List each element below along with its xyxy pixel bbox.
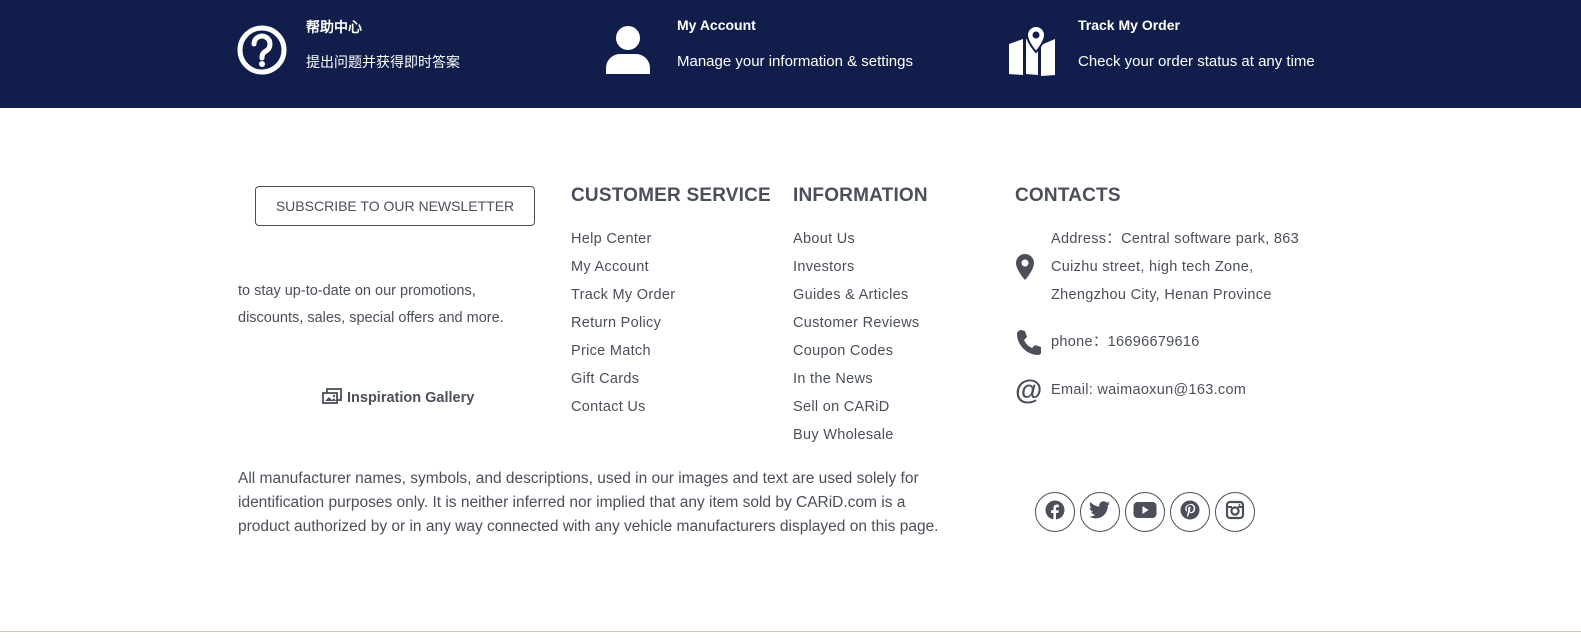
- subscribe-newsletter-button[interactable]: SUBSCRIBE TO OUR NEWSLETTER: [255, 186, 535, 226]
- link-about-us[interactable]: About Us: [793, 228, 919, 256]
- youtube-button[interactable]: [1125, 492, 1165, 532]
- link-investors[interactable]: Investors: [793, 256, 919, 284]
- link-track-my-order[interactable]: Track My Order: [571, 284, 675, 312]
- track-order-item[interactable]: Track My Order Check your order status a…: [1007, 0, 1337, 108]
- link-customer-reviews[interactable]: Customer Reviews: [793, 312, 919, 340]
- gallery-icon: [322, 388, 342, 408]
- inspiration-gallery-label: Inspiration Gallery: [347, 390, 475, 406]
- information-heading: INFORMATION: [793, 185, 928, 206]
- instagram-button[interactable]: [1215, 492, 1255, 532]
- youtube-icon: [1133, 501, 1157, 524]
- contacts-heading: CONTACTS: [1015, 185, 1121, 206]
- facebook-icon: [1045, 500, 1065, 525]
- newsletter-description: to stay up-to-date on our promotions, di…: [238, 283, 504, 326]
- contact-email[interactable]: @ Email: waimaoxun@163.com: [1015, 376, 1246, 404]
- bottom-divider: [0, 631, 1581, 632]
- facebook-button[interactable]: [1035, 492, 1075, 532]
- link-sell-on-carid[interactable]: Sell on CARiD: [793, 396, 919, 424]
- question-circle-icon: [236, 24, 288, 81]
- link-guides-articles[interactable]: Guides & Articles: [793, 284, 919, 312]
- address-line-3: Zhengzhou City, Henan Province: [1051, 287, 1272, 303]
- link-coupon-codes[interactable]: Coupon Codes: [793, 340, 919, 368]
- link-return-policy[interactable]: Return Policy: [571, 312, 675, 340]
- my-account-item[interactable]: My Account Manage your information & set…: [604, 0, 934, 108]
- my-account-subtitle: Manage your information & settings: [677, 53, 913, 70]
- contact-address: Address：Central software park, 863 Cuizh…: [1015, 225, 1299, 309]
- address-line-2: Cuizhu street, high tech Zone,: [1051, 259, 1254, 275]
- social-links: [1035, 492, 1255, 532]
- track-order-subtitle: Check your order status at any time: [1078, 53, 1315, 70]
- address-line-1: Address：Central software park, 863: [1051, 231, 1299, 247]
- pinterest-button[interactable]: [1170, 492, 1210, 532]
- pinterest-icon: [1180, 500, 1200, 525]
- instagram-icon: [1225, 500, 1245, 525]
- customer-service-links: Help Center My Account Track My Order Re…: [571, 228, 675, 424]
- link-in-the-news[interactable]: In the News: [793, 368, 919, 396]
- top-bar: 帮助中心 提出问题并获得即时答案 My Account Manage your …: [0, 0, 1581, 108]
- customer-service-heading: CUSTOMER SERVICE: [571, 185, 771, 206]
- map-pin-icon: [1007, 24, 1065, 81]
- link-my-account[interactable]: My Account: [571, 256, 675, 284]
- link-gift-cards[interactable]: Gift Cards: [571, 368, 675, 396]
- email-address: Email: waimaoxun@163.com: [1051, 382, 1247, 398]
- phone-icon: [1015, 328, 1051, 356]
- help-center-subtitle: 提出问题并获得即时答案: [306, 54, 460, 70]
- help-center-title: 帮助中心: [306, 19, 362, 35]
- at-sign-icon: @: [1015, 374, 1043, 405]
- disclaimer-text: All manufacturer names, symbols, and des…: [238, 470, 939, 535]
- phone-number: phone：16696679616: [1051, 334, 1200, 350]
- inspiration-gallery-link[interactable]: Inspiration Gallery: [322, 388, 474, 408]
- twitter-button[interactable]: [1080, 492, 1120, 532]
- location-pin-icon: [1015, 225, 1051, 309]
- my-account-title: My Account: [677, 17, 756, 33]
- twitter-icon: [1088, 500, 1111, 524]
- link-help-center[interactable]: Help Center: [571, 228, 675, 256]
- link-price-match[interactable]: Price Match: [571, 340, 675, 368]
- contact-phone[interactable]: phone：16696679616: [1015, 328, 1200, 356]
- link-buy-wholesale[interactable]: Buy Wholesale: [793, 424, 919, 452]
- information-links: About Us Investors Guides & Articles Cus…: [793, 228, 919, 452]
- link-contact-us[interactable]: Contact Us: [571, 396, 675, 424]
- user-icon: [604, 24, 652, 81]
- help-center-item[interactable]: 帮助中心 提出问题并获得即时答案: [236, 0, 536, 108]
- track-order-title: Track My Order: [1078, 17, 1180, 33]
